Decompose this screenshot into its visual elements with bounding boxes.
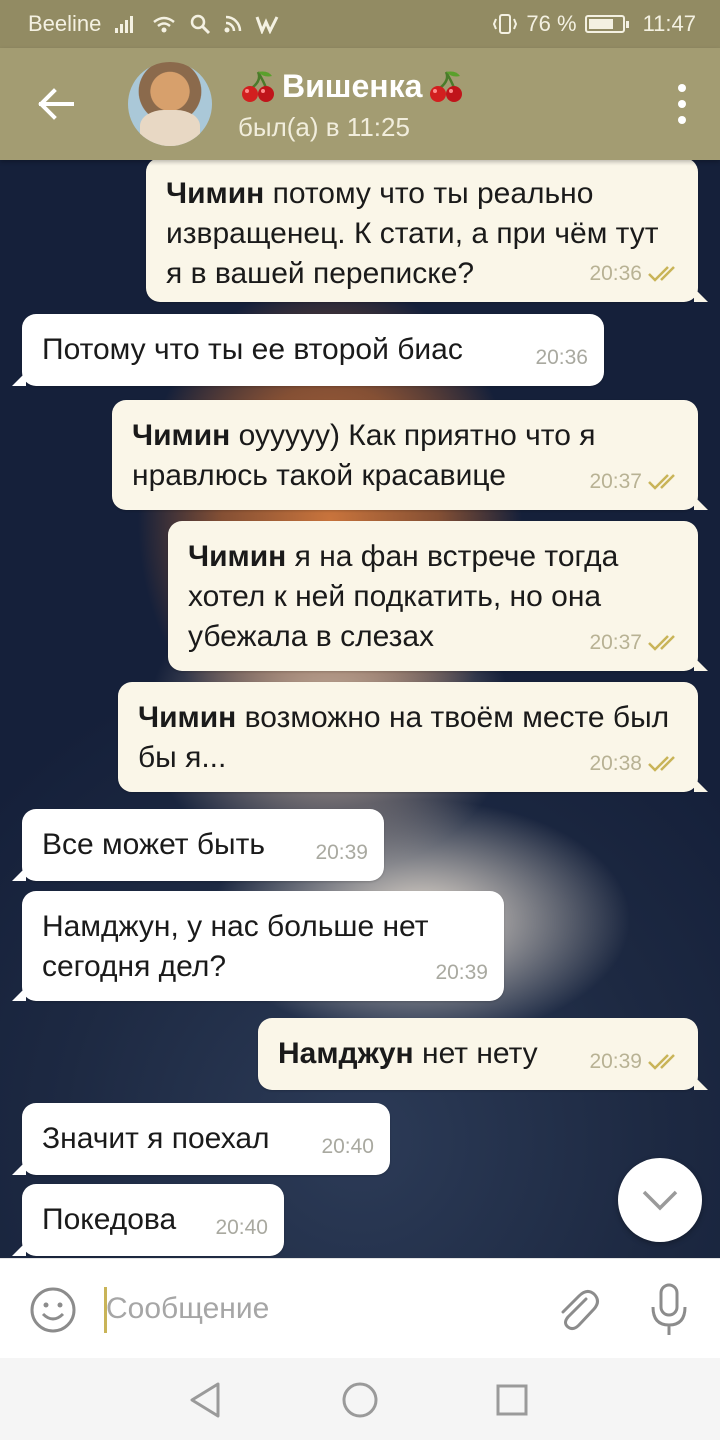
- battery-icon: [584, 15, 629, 33]
- contact-name-text: Вишенка: [282, 68, 423, 104]
- message-author: Чимин: [188, 540, 287, 573]
- arrow-left-icon: [38, 88, 74, 120]
- message-time: 20:40: [321, 1135, 374, 1158]
- back-button[interactable]: [30, 78, 82, 130]
- message-bubble-incoming[interactable]: Все может быть 20:39: [12, 809, 384, 881]
- rss-icon: [224, 15, 242, 33]
- message-bubble-incoming[interactable]: Намджун, у нас больше нет сегодня дел? 2…: [12, 891, 504, 1001]
- chevron-down-icon: [642, 1190, 678, 1211]
- read-check-icon: [648, 635, 675, 651]
- message-author: Чимин: [166, 177, 265, 210]
- message-bubble-outgoing[interactable]: Намджун нет нету 20:39: [258, 1018, 708, 1090]
- read-check-icon: [648, 474, 675, 490]
- message-bubble-incoming[interactable]: Покедова 20:40: [12, 1184, 284, 1256]
- wifi-icon: [153, 16, 176, 33]
- message-author: Намджун: [278, 1037, 414, 1070]
- chat-header: Вишенка был(а) в 11:25: [0, 48, 720, 160]
- message-text: Покедова: [42, 1203, 177, 1236]
- scroll-to-bottom-button[interactable]: [618, 1158, 702, 1242]
- read-check-icon: [648, 756, 675, 772]
- avatar[interactable]: [128, 62, 212, 146]
- message-text: нет нету: [413, 1037, 538, 1070]
- message-bubble-incoming[interactable]: Значит я поехал 20:40: [12, 1103, 390, 1175]
- message-text: Намджун, у нас больше нет сегодня дел?: [42, 910, 429, 983]
- paperclip-icon[interactable]: [552, 1285, 602, 1335]
- triangle-back-icon[interactable]: [186, 1380, 226, 1420]
- smiley-icon[interactable]: [28, 1285, 78, 1335]
- message-time: 20:39: [589, 1050, 642, 1073]
- message-text: Все может быть: [42, 828, 265, 861]
- microphone-icon[interactable]: [644, 1281, 694, 1337]
- message-time: 20:37: [589, 470, 642, 493]
- more-options-button[interactable]: [672, 84, 692, 124]
- cherry-icon: [242, 70, 274, 102]
- message-time: 20:40: [215, 1216, 268, 1239]
- cherry-icon: [430, 70, 463, 102]
- message-time: 20:37: [589, 631, 642, 654]
- message-input[interactable]: [106, 1279, 526, 1339]
- read-check-icon: [648, 1054, 675, 1070]
- chat-area[interactable]: Чимин потому что ты реально извращенец. …: [0, 160, 720, 1258]
- message-time: 20:39: [315, 841, 368, 864]
- status-bar: Beeline 76 % 11:47: [0, 0, 720, 48]
- message-bubble-outgoing[interactable]: Чимин я на фан встрече тогда хотел к ней…: [168, 521, 708, 671]
- signal-icon: [115, 16, 134, 33]
- message-time: 20:39: [435, 961, 488, 984]
- circle-home-icon[interactable]: [340, 1380, 380, 1420]
- message-time: 20:36: [535, 346, 588, 369]
- last-seen-status: был(а) в 11:25: [238, 112, 410, 142]
- message-author: Чимин: [138, 701, 237, 734]
- system-navigation-bar: [0, 1358, 720, 1440]
- message-bubble-outgoing[interactable]: Чимин потому что ты реально извращенец. …: [146, 160, 708, 302]
- message-time: 20:36: [589, 262, 642, 285]
- app-notification-icon: [255, 16, 279, 34]
- read-check-icon: [648, 266, 675, 282]
- carrier-label: Beeline: [28, 11, 102, 36]
- battery-percent: 76 %: [526, 11, 577, 36]
- search-icon: [191, 14, 211, 35]
- message-text: Потому что ты ее второй биас: [42, 333, 463, 366]
- vibrate-icon: [493, 14, 518, 34]
- message-bubble-incoming[interactable]: Потому что ты ее второй биас 20:36: [12, 314, 604, 386]
- message-bubble-outgoing[interactable]: Чимин оууууу) Как приятно что я нравлюсь…: [112, 400, 708, 510]
- message-time: 20:38: [589, 752, 642, 775]
- message-author: Чимин: [132, 419, 231, 452]
- message-text: Значит я поехал: [42, 1122, 270, 1155]
- more-vertical-icon: [678, 84, 686, 92]
- message-bubble-outgoing[interactable]: Чимин возможно на твоём месте был бы я..…: [118, 682, 708, 792]
- clock: 11:47: [642, 11, 696, 36]
- square-recents-icon[interactable]: [492, 1380, 532, 1420]
- message-composer: [0, 1258, 720, 1358]
- contact-name[interactable]: Вишенка: [238, 68, 466, 105]
